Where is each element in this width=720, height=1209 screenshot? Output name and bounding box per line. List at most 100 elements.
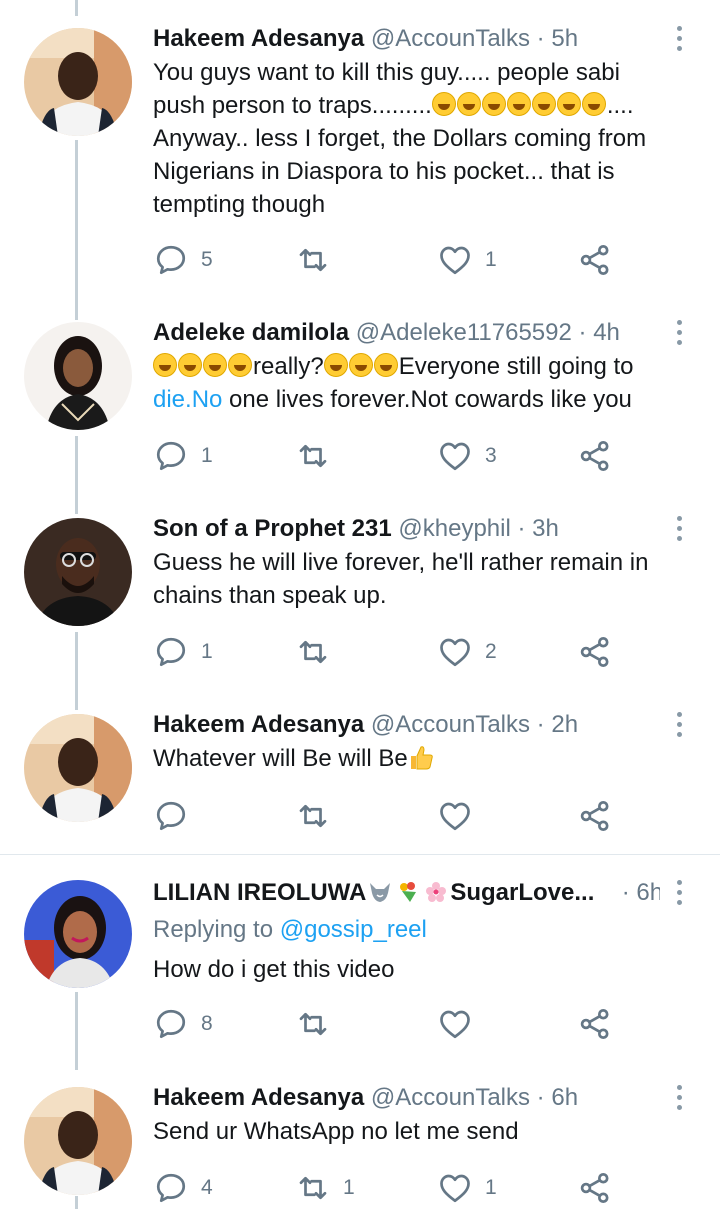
share-button[interactable] [577, 1004, 613, 1044]
grin-emoji-icon [373, 353, 398, 377]
user-handle[interactable]: @AccounTalks [371, 711, 530, 738]
replying-to-handle[interactable]: @gossip_reel [280, 916, 427, 943]
reply-button[interactable]: 1 [153, 436, 213, 476]
reply-count: 1 [201, 444, 213, 467]
reply-icon [156, 637, 186, 667]
user-name[interactable]: LILIAN IREOLUWA [153, 879, 366, 906]
timestamp[interactable]: 6h [551, 1084, 578, 1111]
text-line: You guys want to kill this guy..... peop… [153, 59, 620, 86]
tweet[interactable]: LILIAN IREOLUWA SugarLove... · 6h Replyin… [0, 876, 720, 1066]
retweet-icon [299, 640, 327, 664]
reply-button[interactable]: 4 [153, 1168, 213, 1208]
retweet-button[interactable] [295, 796, 343, 836]
text-line: Send ur WhatsApp no let me send [153, 1118, 519, 1145]
retweet-count: 1 [343, 1176, 355, 1199]
like-button[interactable]: 3 [437, 436, 497, 476]
share-button[interactable] [577, 240, 613, 280]
like-button[interactable] [437, 1004, 485, 1044]
reply-button[interactable]: 5 [153, 240, 213, 280]
separator: · [621, 879, 630, 906]
share-icon [580, 441, 609, 471]
heart-icon [440, 246, 470, 275]
action-bar: 8 [153, 1004, 623, 1044]
reply-count: 1 [201, 640, 213, 663]
rofl-emoji-icon [456, 92, 481, 116]
user-handle[interactable]: @Adeleke11765592 [356, 319, 572, 346]
share-button[interactable] [577, 632, 613, 672]
more-vertical-icon[interactable] [674, 880, 684, 908]
reply-button[interactable]: 1 [153, 632, 213, 672]
share-icon [580, 1009, 609, 1039]
thread-line [75, 0, 78, 16]
more-vertical-icon[interactable] [674, 516, 684, 544]
user-handle[interactable]: @AccounTalks [371, 1084, 530, 1111]
avatar[interactable] [24, 714, 132, 822]
tweet[interactable]: Adeleke damilola @Adeleke11765592 · 4h r… [0, 316, 720, 496]
rofl-emoji-icon [431, 92, 456, 116]
tweet-header: Son of a Prophet 231 @kheyphil · 3h [153, 512, 660, 546]
share-button[interactable] [577, 796, 613, 836]
retweet-button[interactable] [295, 632, 343, 672]
timestamp[interactable]: 3h [532, 515, 559, 542]
retweet-button[interactable]: 1 [295, 1168, 355, 1208]
timestamp[interactable]: 5h [551, 25, 578, 52]
timestamp[interactable]: 2h [551, 711, 578, 738]
action-bar: 5 1 [153, 240, 623, 280]
retweet-button[interactable] [295, 1004, 343, 1044]
separator: · [536, 711, 545, 738]
bouquet-emoji-icon [396, 879, 420, 902]
text-link[interactable]: die.No [153, 386, 222, 413]
like-button[interactable]: 2 [437, 632, 497, 672]
retweet-button[interactable] [295, 436, 343, 476]
separator: · [578, 319, 587, 346]
reply-button[interactable]: 8 [153, 1004, 213, 1044]
user-name[interactable]: Son of a Prophet 231 [153, 515, 392, 542]
timestamp[interactable]: 4h [593, 319, 620, 346]
share-button[interactable] [577, 1168, 613, 1208]
text-line: How do i get this video [153, 956, 395, 983]
avatar[interactable] [24, 28, 132, 136]
separator: · [536, 1084, 545, 1111]
rofl-emoji-icon [581, 92, 606, 116]
share-icon [580, 637, 609, 667]
like-button[interactable] [437, 796, 485, 836]
user-name[interactable]: Adeleke damilola [153, 319, 349, 346]
avatar[interactable] [24, 1087, 132, 1195]
reply-icon [156, 1173, 186, 1203]
like-button[interactable]: 1 [437, 240, 497, 280]
more-vertical-icon[interactable] [674, 26, 684, 54]
share-button[interactable] [577, 436, 613, 476]
like-button[interactable]: 1 [437, 1168, 497, 1208]
reply-icon [156, 441, 186, 471]
user-handle[interactable]: @kheyphil [398, 515, 510, 542]
user-name[interactable]: Hakeem Adesanya [153, 1084, 364, 1111]
tweet[interactable]: Hakeem Adesanya @AccounTalks · 5h You gu… [0, 22, 720, 292]
text-line: Whatever will Be will Be [153, 742, 690, 775]
avatar[interactable] [24, 518, 132, 626]
user-name[interactable]: Hakeem Adesanya [153, 25, 364, 52]
user-handle[interactable]: @AccounTalks [371, 25, 530, 52]
retweet-icon [299, 1012, 327, 1036]
user-name-suffix[interactable]: SugarLove... [450, 879, 594, 906]
text-line: chains than speak up. [153, 582, 387, 609]
retweet-icon [299, 444, 327, 468]
reply-button[interactable] [153, 796, 201, 836]
tweet-header: Hakeem Adesanya @AccounTalks · 5h [153, 22, 660, 56]
reply-count: 8 [201, 1012, 213, 1035]
avatar[interactable] [24, 880, 132, 988]
reply-icon [156, 801, 186, 831]
retweet-button[interactable] [295, 240, 343, 280]
replying-to-label: Replying to [153, 916, 274, 943]
user-name[interactable]: Hakeem Adesanya [153, 711, 364, 738]
more-vertical-icon[interactable] [674, 320, 684, 348]
tweet-header: Hakeem Adesanya @AccounTalks · 6h [153, 1081, 660, 1115]
tweet[interactable]: Hakeem Adesanya @AccounTalks · 6h Send u… [0, 1081, 720, 1209]
more-vertical-icon[interactable] [674, 712, 684, 740]
tweet[interactable]: Hakeem Adesanya @AccounTalks · 2h Whatev… [0, 708, 720, 848]
tweet[interactable]: Son of a Prophet 231 @kheyphil · 3h Gues… [0, 512, 720, 692]
heart-icon [440, 442, 470, 471]
avatar[interactable] [24, 322, 132, 430]
timestamp[interactable]: 6h [636, 879, 660, 906]
heart-icon [440, 802, 470, 831]
more-vertical-icon[interactable] [674, 1085, 684, 1113]
